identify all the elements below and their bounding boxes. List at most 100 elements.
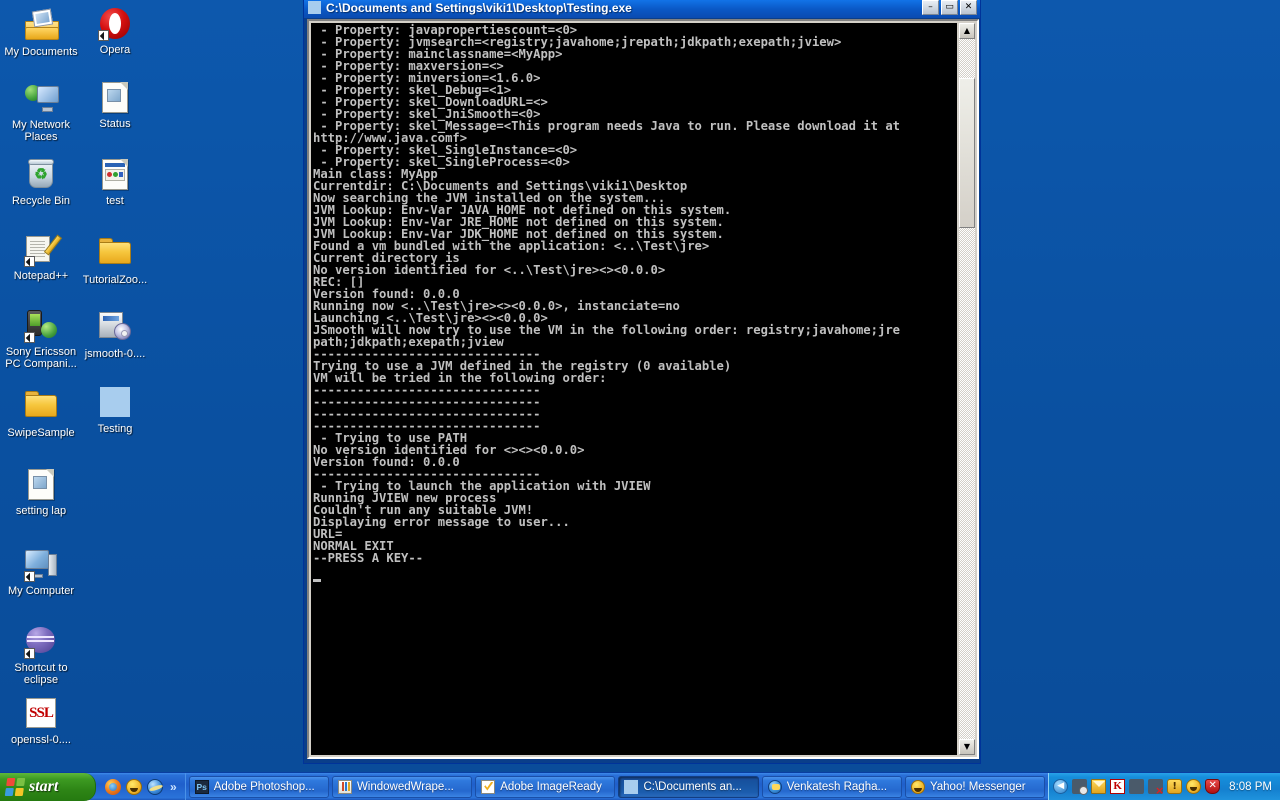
desktop-icon-opera[interactable]: Opera bbox=[77, 8, 153, 56]
firefox-icon[interactable] bbox=[105, 778, 121, 795]
desktop-icon-label: TutorialZoo... bbox=[82, 274, 148, 286]
shortcut-arrow-icon bbox=[24, 256, 35, 267]
chevron-down-icon: ▼ bbox=[963, 742, 971, 751]
task-button-console-window[interactable]: C:\Documents an... bbox=[618, 775, 759, 798]
task-button-label: Venkatesh Ragha... bbox=[786, 780, 888, 793]
close-icon: ✕ bbox=[964, 2, 973, 12]
desktop-icon-setting-lap[interactable]: setting lap bbox=[3, 469, 79, 517]
window-title: C:\Documents and Settings\viki1\Desktop\… bbox=[326, 0, 632, 15]
network-disconnected-icon[interactable] bbox=[1072, 779, 1089, 795]
yahoo-messenger-tray-icon[interactable] bbox=[1186, 779, 1202, 794]
my-documents-icon bbox=[25, 8, 59, 42]
recycle-bin-icon: ♻ bbox=[25, 159, 57, 191]
window-title-bar[interactable]: C:\Documents and Settings\viki1\Desktop\… bbox=[304, 0, 980, 18]
mail-icon[interactable] bbox=[1091, 779, 1107, 794]
desktop-icon-label: Recycle Bin bbox=[11, 195, 71, 207]
chevron-up-icon: ▲ bbox=[963, 26, 971, 35]
html-document-icon bbox=[99, 159, 131, 191]
console-window-icon bbox=[308, 1, 321, 14]
my-computer-icon bbox=[24, 549, 57, 582]
kaspersky-icon[interactable]: K bbox=[1110, 779, 1126, 794]
local-area-connection-icon[interactable] bbox=[1148, 779, 1164, 795]
document-icon bbox=[25, 469, 57, 501]
task-button-windowedwrapper[interactable]: WindowedWrape... bbox=[331, 775, 473, 798]
task-button-label: C:\Documents an... bbox=[643, 780, 742, 793]
scroll-down-button[interactable]: ▼ bbox=[959, 739, 975, 755]
task-button-label: Yahoo! Messenger bbox=[929, 780, 1026, 793]
start-button[interactable]: start bbox=[0, 773, 96, 801]
task-button-venkatesh-raghavan-chat[interactable]: Venkatesh Ragha... bbox=[761, 775, 902, 798]
folder-icon bbox=[25, 391, 57, 423]
notepad-plus-plus-icon bbox=[24, 234, 63, 267]
console-window[interactable]: C:\Documents and Settings\viki1\Desktop\… bbox=[303, 0, 981, 764]
minimize-button[interactable]: – bbox=[922, 0, 939, 15]
window-control-buttons: – ▭ ✕ bbox=[922, 0, 980, 15]
messenger-chat-icon bbox=[767, 779, 782, 794]
ssl-icon: SSL bbox=[25, 698, 57, 730]
desktop-icon-label: Testing bbox=[97, 423, 133, 435]
opera-icon bbox=[98, 8, 131, 41]
quick-launch-overflow-button[interactable]: » bbox=[168, 773, 179, 801]
desktop-icon-label: My Documents bbox=[4, 46, 78, 58]
windows-flag-icon bbox=[4, 778, 26, 796]
security-center-icon[interactable]: ✕ bbox=[1205, 779, 1221, 794]
desktop-icon-jsmooth[interactable]: jsmooth-0.... bbox=[77, 310, 153, 360]
document-icon bbox=[99, 82, 131, 114]
internet-explorer-icon[interactable] bbox=[147, 778, 163, 795]
installer-cd-icon bbox=[99, 312, 131, 344]
desktop-icon-my-network-places[interactable]: My Network Places bbox=[3, 82, 79, 143]
wireless-network-icon[interactable] bbox=[1129, 779, 1145, 794]
imageready-icon bbox=[481, 779, 496, 794]
desktop-icon-test[interactable]: test bbox=[77, 159, 153, 207]
desktop-background[interactable]: My Documents Opera My Network Places Sta… bbox=[0, 0, 1280, 801]
desktop-icon-label: My Computer bbox=[7, 585, 75, 597]
desktop-icon-sony-ericsson-pc-companion[interactable]: Sony Ericsson PC Compani... bbox=[3, 310, 79, 370]
clock[interactable]: 8:08 PM bbox=[1224, 781, 1272, 793]
desktop-icon-my-documents[interactable]: My Documents bbox=[3, 8, 79, 58]
desktop-icon-label: openssl-0.... bbox=[11, 734, 71, 746]
show-hidden-icons-button[interactable]: ◀ bbox=[1053, 779, 1069, 794]
task-button-list: Ps Adobe Photoshop... WindowedWrape... A… bbox=[186, 773, 1048, 800]
desktop-icon-shortcut-to-eclipse[interactable]: Shortcut to eclipse bbox=[3, 626, 79, 686]
console-output-surface[interactable]: - Property: javapropertiescount=<0> - Pr… bbox=[311, 23, 957, 755]
task-button-label: Adobe Photoshop... bbox=[213, 780, 315, 793]
task-button-yahoo-messenger[interactable]: Yahoo! Messenger bbox=[904, 775, 1046, 798]
desktop-icon-swipesample[interactable]: SwipeSample bbox=[3, 387, 79, 439]
desktop-icon-testing[interactable]: Testing bbox=[77, 387, 153, 435]
desktop-icon-label: setting lap bbox=[15, 505, 67, 517]
quick-launch-bar: » bbox=[96, 773, 186, 800]
desktop-icon-recycle-bin[interactable]: ♻ Recycle Bin bbox=[3, 159, 79, 207]
vertical-scrollbar[interactable]: ▲ ▼ bbox=[959, 23, 975, 755]
taskbar: start » Ps Adobe Photoshop... WindowedWr… bbox=[0, 772, 1280, 801]
desktop-icon-status[interactable]: Status bbox=[77, 82, 153, 130]
console-window-icon bbox=[624, 779, 639, 794]
maximize-button[interactable]: ▭ bbox=[941, 0, 958, 15]
desktop-icon-label: Sony Ericsson PC Compani... bbox=[5, 346, 77, 370]
sony-ericsson-icon bbox=[24, 310, 57, 343]
system-tray: ◀ K ! ✕ 8:08 PM bbox=[1048, 773, 1280, 800]
start-button-label: start bbox=[29, 778, 59, 795]
close-button[interactable]: ✕ bbox=[960, 0, 977, 15]
console-output-text: - Property: javapropertiescount=<0> - Pr… bbox=[313, 23, 900, 565]
photoshop-icon: Ps bbox=[194, 779, 209, 794]
desktop-icon-label: jsmooth-0.... bbox=[84, 348, 146, 360]
task-button-adobe-imageready[interactable]: Adobe ImageReady bbox=[475, 775, 616, 798]
yahoo-messenger-icon[interactable] bbox=[126, 778, 142, 795]
desktop-icon-label: Opera bbox=[99, 44, 131, 56]
desktop-icon-tutorialzoo[interactable]: TutorialZoo... bbox=[77, 234, 153, 286]
task-button-adobe-photoshop[interactable]: Ps Adobe Photoshop... bbox=[188, 775, 329, 798]
scroll-up-button[interactable]: ▲ bbox=[959, 23, 975, 39]
desktop-icon-label: Notepad++ bbox=[13, 270, 69, 282]
task-button-label: WindowedWrape... bbox=[356, 780, 454, 793]
minimize-icon: – bbox=[928, 2, 933, 12]
desktop-icon-openssl[interactable]: SSL openssl-0.... bbox=[3, 698, 79, 746]
desktop-icon-my-computer[interactable]: My Computer bbox=[3, 549, 79, 597]
desktop-icon-label: My Network Places bbox=[11, 119, 71, 143]
windowed-wrapper-icon bbox=[337, 779, 352, 794]
scrollbar-thumb[interactable] bbox=[959, 78, 975, 228]
shortcut-arrow-icon bbox=[24, 571, 35, 582]
eclipse-icon bbox=[24, 626, 57, 659]
task-button-label: Adobe ImageReady bbox=[500, 780, 602, 793]
desktop-icon-notepad-plus-plus[interactable]: Notepad++ bbox=[3, 234, 79, 282]
warning-icon[interactable]: ! bbox=[1167, 779, 1183, 794]
